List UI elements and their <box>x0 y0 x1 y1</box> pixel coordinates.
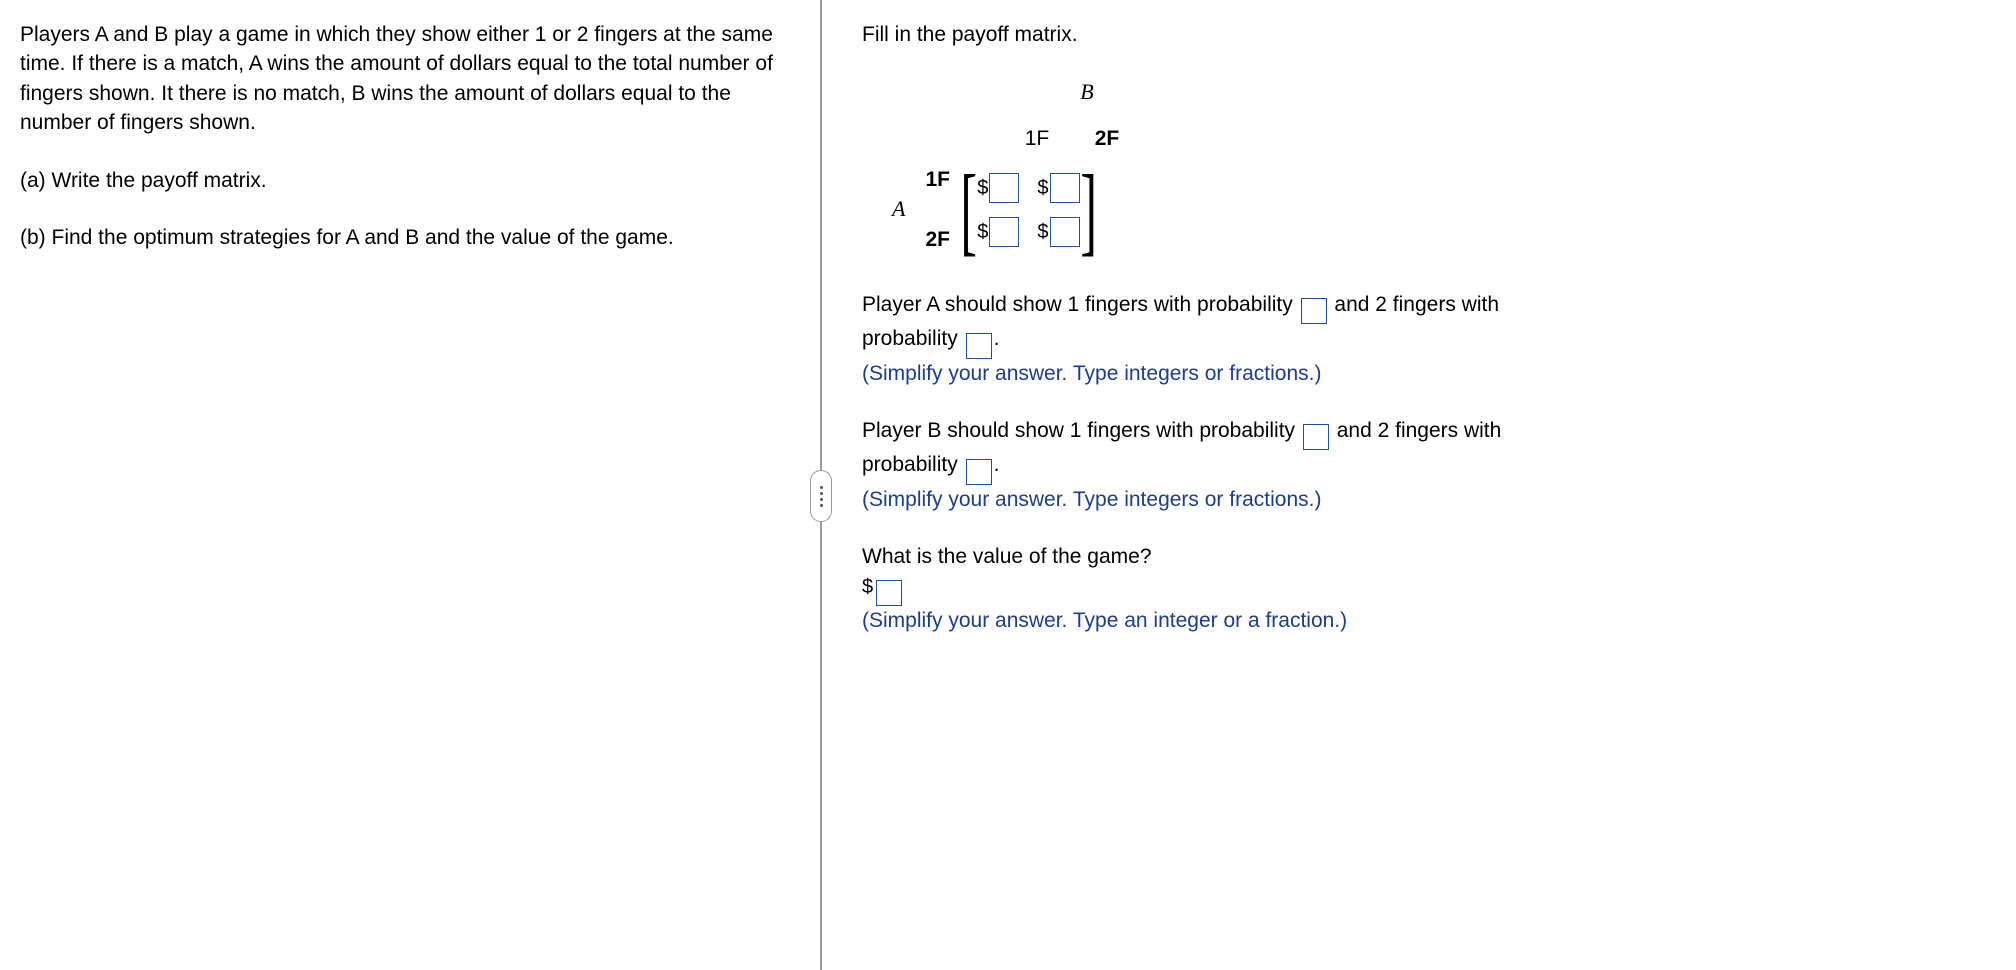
fill-in-text: Fill in the payoff matrix. <box>862 20 1986 49</box>
matrix-input-11[interactable] <box>989 173 1019 203</box>
payoff-matrix: B 1F 2F A 1F 2F [ $ $ $ <box>892 77 1986 259</box>
pane-divider <box>820 0 822 970</box>
player-a-text-1: Player A should show 1 fingers with prob… <box>862 293 1299 316</box>
probability-label: probability <box>862 327 964 350</box>
period: . <box>994 327 1000 350</box>
hint-text: (Simplify your answer. Type integers or … <box>862 359 1986 388</box>
player-b-text-1: Player B should show 1 fingers with prob… <box>862 419 1301 442</box>
dollar-sign: $ <box>1037 218 1048 246</box>
dollar-sign: $ <box>977 174 988 202</box>
player-b-prob1-input[interactable] <box>1303 424 1329 450</box>
player-a-prob2-input[interactable] <box>966 333 992 359</box>
period: . <box>994 453 1000 476</box>
game-value: What is the value of the game? $ (Simpli… <box>862 542 1986 635</box>
hint-text: (Simplify your answer. Type an integer o… <box>862 606 1986 635</box>
row-header-1f: 1F <box>925 160 950 200</box>
player-a-strategy: Player A should show 1 fingers with prob… <box>862 290 1986 388</box>
part-b: (b) Find the optimum strategies for A an… <box>20 223 790 252</box>
label-a: A <box>892 194 905 225</box>
part-a: (a) Write the payoff matrix. <box>20 166 790 195</box>
left-bracket-icon: [ <box>960 165 977 255</box>
row-header-2f: 2F <box>925 220 950 260</box>
matrix-input-12[interactable] <box>1050 173 1080 203</box>
player-b-prob2-input[interactable] <box>966 459 992 485</box>
divider-handle[interactable] <box>810 470 832 522</box>
dollar-sign: $ <box>862 576 873 598</box>
dollar-sign: $ <box>1037 174 1048 202</box>
player-b-text-2: and 2 fingers with <box>1331 419 1501 442</box>
col-header-1f: 1F <box>1017 124 1057 153</box>
matrix-col-headers: 1F 2F <box>1017 124 1986 153</box>
matrix-row-headers: 1F 2F <box>925 160 950 260</box>
player-b-strategy: Player B should show 1 fingers with prob… <box>862 416 1986 514</box>
dollar-sign: $ <box>977 218 988 246</box>
problem-intro: Players A and B play a game in which the… <box>20 20 790 138</box>
label-b: B <box>1027 77 1147 108</box>
right-bracket-icon: ] <box>1080 165 1097 255</box>
probability-label: probability <box>862 453 964 476</box>
matrix-input-21[interactable] <box>989 217 1019 247</box>
player-a-prob1-input[interactable] <box>1301 298 1327 324</box>
hint-text: (Simplify your answer. Type integers or … <box>862 485 1986 514</box>
value-question: What is the value of the game? <box>862 542 1986 571</box>
page: Players A and B play a game in which the… <box>0 0 2016 970</box>
player-a-text-2: and 2 fingers with <box>1329 293 1499 316</box>
matrix-input-22[interactable] <box>1050 217 1080 247</box>
col-header-2f: 2F <box>1087 124 1127 153</box>
game-value-input[interactable] <box>876 580 902 606</box>
left-pane: Players A and B play a game in which the… <box>0 0 820 970</box>
right-pane: Fill in the payoff matrix. B 1F 2F A 1F … <box>822 0 2016 970</box>
